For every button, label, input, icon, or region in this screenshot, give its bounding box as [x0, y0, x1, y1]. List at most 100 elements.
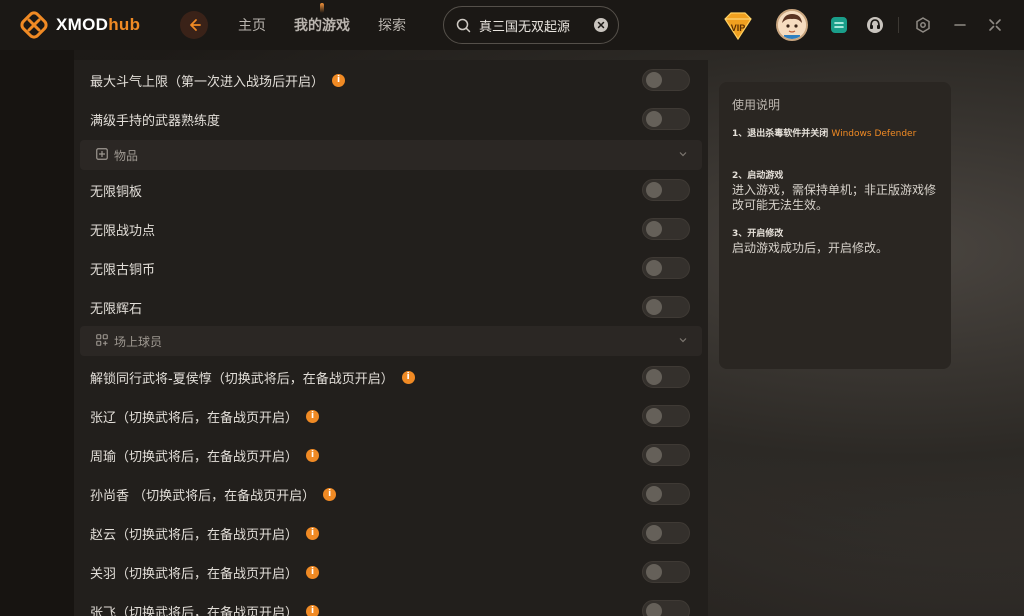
cheat-row-infinite-copper: 无限铜板	[90, 171, 690, 209]
toggle-knob	[646, 182, 662, 198]
toggle-knob	[646, 564, 662, 580]
info-icon[interactable]: i	[401, 371, 415, 384]
brand-name: XMODhub	[56, 15, 141, 34]
step-title: 3、开启修改	[732, 229, 784, 239]
brand-logo[interactable]: XMODhub	[20, 11, 140, 39]
cheat-label: 孙尚香 （切换武将后，在备战页开启）	[90, 489, 316, 504]
step-highlight: Windows Defender	[831, 129, 917, 139]
toggle-knob	[646, 525, 662, 541]
close-icon	[597, 21, 605, 29]
instructions-card: 使用说明 1、退出杀毒软件并关闭 Windows Defender 2、启动游戏…	[719, 82, 951, 369]
toggle-knob	[646, 603, 662, 616]
cheat-toggle[interactable]	[642, 366, 690, 388]
cheat-row-infinite-merit: 无限战功点	[90, 210, 690, 248]
nav-home[interactable]: 主页	[238, 15, 266, 35]
info-icon[interactable]: i	[306, 410, 320, 423]
toggle-knob	[646, 408, 662, 424]
info-icon[interactable]: i	[306, 449, 320, 462]
cheat-label: 无限古铜币	[90, 263, 156, 278]
instructions-title: 使用说明	[732, 98, 781, 112]
close-icon[interactable]	[986, 16, 1004, 34]
toggle-knob	[646, 447, 662, 463]
cheat-toggle[interactable]	[642, 600, 690, 616]
toggle-knob	[646, 111, 662, 127]
cheat-label: 无限铜板	[90, 185, 143, 200]
svg-text:VIP: VIP	[731, 23, 746, 33]
cheat-row-zhou-yu: 周瑜（切换武将后，在备战页开启） i	[90, 436, 690, 474]
cheat-label: 最大斗气上限（第一次进入战场后开启）	[90, 75, 325, 90]
toggle-knob	[646, 72, 662, 88]
toggle-knob	[646, 221, 662, 237]
cheat-label: 张飞（切换武将后，在备战页开启）	[90, 606, 299, 616]
cheat-row-sun-shangxiang: 孙尚香 （切换武将后，在备战页开启） i	[90, 475, 690, 513]
toggle-knob	[646, 260, 662, 276]
cheat-label: 解锁同行武将-夏侯惇（切换武将后，在备战页开启）	[90, 372, 394, 387]
cheat-row-max-spirit: 最大斗气上限（第一次进入战场后开启） i	[90, 61, 690, 99]
cheat-label: 无限辉石	[90, 302, 143, 317]
xmod-logo-icon	[20, 11, 48, 39]
toggle-knob	[646, 299, 662, 315]
minimize-icon[interactable]	[951, 16, 969, 34]
left-gutter	[0, 50, 74, 616]
nav-explore[interactable]: 探索	[378, 15, 406, 35]
cheat-toggle[interactable]	[642, 483, 690, 505]
clear-search-button[interactable]	[594, 18, 608, 32]
instruction-step-1: 1、退出杀毒软件并关闭 Windows Defender	[732, 127, 942, 141]
step-body: 启动游戏成功后，开启修改。	[732, 241, 889, 255]
cheat-toggle[interactable]	[642, 296, 690, 318]
section-header-players[interactable]: 场上球员	[80, 326, 702, 356]
search-box[interactable]: 真三国无双起源	[443, 6, 619, 44]
info-icon[interactable]: i	[306, 527, 320, 540]
info-icon[interactable]: i	[323, 488, 337, 501]
cheat-toggle[interactable]	[642, 179, 690, 201]
cheat-row-weapon-proficiency: 满级手持的武器熟练度	[90, 100, 690, 138]
cheat-toggle[interactable]	[642, 218, 690, 240]
info-icon[interactable]: i	[332, 74, 346, 87]
chevron-down-icon	[679, 338, 687, 343]
cheat-label: 满级手持的武器熟练度	[90, 114, 221, 129]
toggle-knob	[646, 486, 662, 502]
cheat-row-infinite-bronze-coin: 无限古铜币	[90, 249, 690, 287]
back-arrow-icon	[190, 19, 201, 31]
support-icon[interactable]	[866, 16, 884, 34]
step-title: 2、启动游戏	[732, 171, 784, 181]
main-nav: 主页 我的游戏 探索	[238, 3, 406, 35]
title-bar: XMODhub 主页 我的游戏 探索 真三国无双起源 VIP	[0, 0, 1024, 50]
search-icon	[456, 18, 471, 32]
section-label: 物品	[114, 149, 139, 163]
cheat-toggle[interactable]	[642, 405, 690, 427]
cheat-label: 张辽（切换武将后，在备战页开启）	[90, 411, 299, 426]
cheat-toggle[interactable]	[642, 257, 690, 279]
cheat-toggle[interactable]	[642, 444, 690, 466]
info-icon[interactable]: i	[306, 566, 320, 579]
cheat-list-panel: 最大斗气上限（第一次进入战场后开启） i 满级手持的武器熟练度 物品 无限铜板 无…	[74, 60, 708, 616]
cheat-row-infinite-pyroxene: 无限辉石	[90, 288, 690, 326]
cheat-row-guan-yu: 关羽（切换武将后，在备战页开启） i	[90, 553, 690, 591]
section-header-items[interactable]: 物品	[80, 140, 702, 170]
header-divider	[898, 17, 899, 33]
avatar[interactable]	[776, 9, 808, 41]
plus-box-icon	[96, 148, 108, 160]
settings-icon[interactable]	[914, 16, 932, 34]
vip-badge-icon[interactable]: VIP	[720, 10, 756, 42]
chevron-down-icon	[679, 152, 687, 157]
back-button[interactable]	[180, 11, 208, 39]
cheat-row-unlock-xiahou-dun: 解锁同行武将-夏侯惇（切换武将后，在备战页开启） i	[90, 358, 690, 396]
instruction-step-2: 2、启动游戏 进入游戏，需保持单机；非正版游戏修改可能无法生效。	[732, 169, 942, 213]
cheat-label: 关羽（切换武将后，在备战页开启）	[90, 567, 299, 582]
cheat-toggle[interactable]	[642, 522, 690, 544]
cheat-row-zhang-fei: 张飞（切换武将后，在备战页开启） i	[90, 592, 690, 616]
cheat-toggle[interactable]	[642, 108, 690, 130]
grid-icon	[96, 334, 108, 346]
cheat-toggle[interactable]	[642, 561, 690, 583]
green-app-icon[interactable]	[830, 16, 848, 34]
cheat-toggle[interactable]	[642, 69, 690, 91]
search-input[interactable]: 真三国无双起源	[479, 16, 594, 35]
nav-my-games[interactable]: 我的游戏	[294, 3, 350, 35]
cheat-label: 赵云（切换武将后，在备战页开启）	[90, 528, 299, 543]
toggle-knob	[646, 369, 662, 385]
cheat-row-zhang-liao: 张辽（切换武将后，在备战页开启） i	[90, 397, 690, 435]
section-label: 场上球员	[114, 335, 163, 349]
cheat-label: 无限战功点	[90, 224, 156, 239]
info-icon[interactable]: i	[306, 605, 320, 616]
